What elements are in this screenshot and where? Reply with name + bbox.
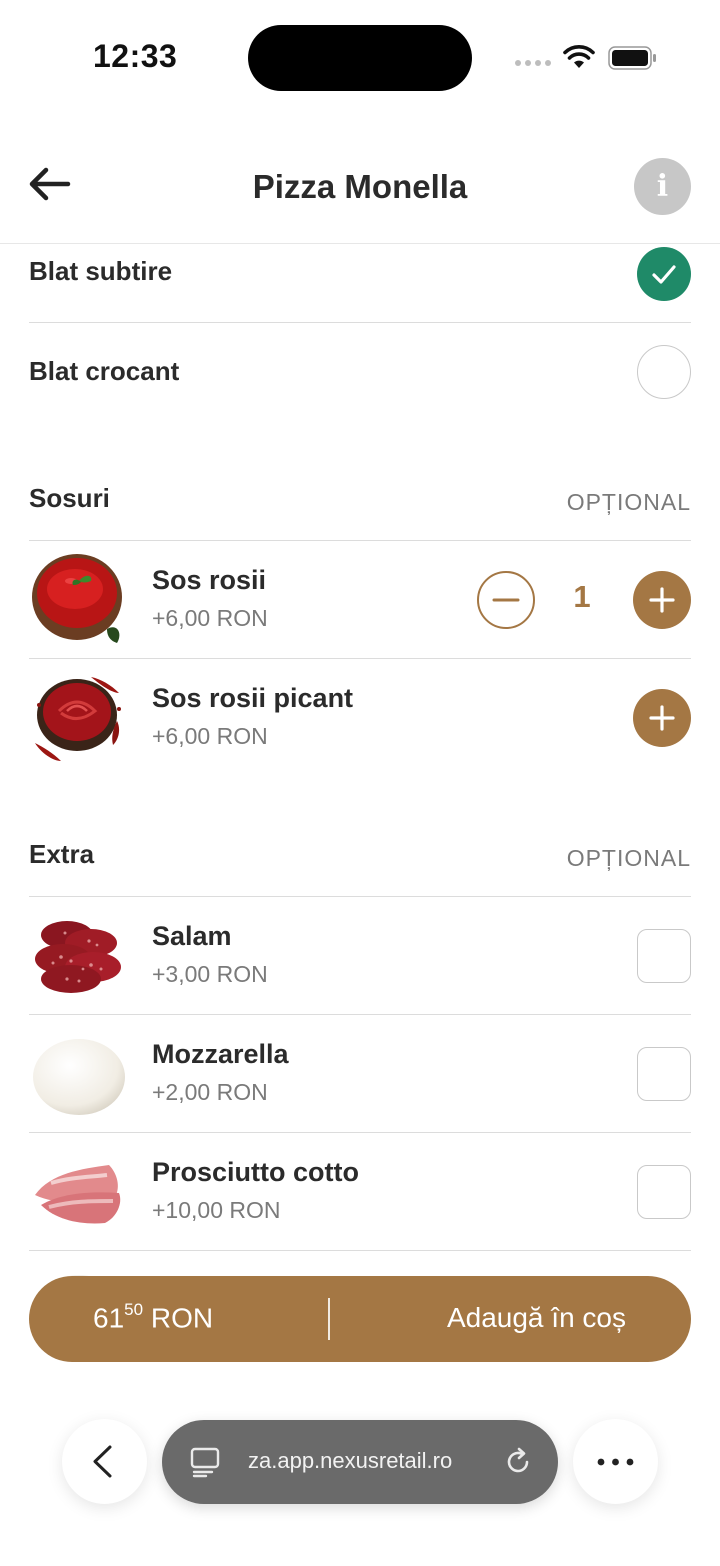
increase-quantity-button[interactable] — [633, 571, 691, 629]
chevron-left-icon — [93, 1445, 112, 1478]
status-time: 12:33 — [93, 38, 178, 74]
salami-image — [35, 921, 121, 993]
item-name: Salam — [152, 921, 232, 951]
minus-icon — [492, 598, 520, 602]
crust-option-label: Blat subtire — [29, 256, 173, 286]
radio-selected[interactable] — [637, 247, 691, 301]
crust-option-thin[interactable]: Blat subtire — [29, 245, 691, 323]
decrease-quantity-button[interactable] — [477, 571, 535, 629]
plus-icon — [649, 705, 675, 731]
list-item: Mozzarella +2,00 RON — [29, 1015, 691, 1133]
optional-label: OPȚIONAL — [566, 489, 691, 515]
item-price: +10,00 RON — [152, 1197, 281, 1223]
total-integer: 61 — [93, 1302, 125, 1334]
add-to-cart-button[interactable]: 6150 RON Adaugă în coș — [29, 1276, 691, 1362]
item-name: Prosciutto cotto — [152, 1157, 359, 1187]
dynamic-island — [248, 25, 472, 91]
url-text: za.app.nexusretail.ro — [248, 1448, 453, 1473]
browser-toolbar: za.app.nexusretail.ro — [0, 1370, 720, 1566]
reload-icon[interactable] — [502, 1446, 534, 1478]
list-item: Sos rosii picant +6,00 RON — [29, 659, 691, 777]
crust-option-crispy[interactable]: Blat crocant — [29, 323, 691, 421]
section-title: Sosuri — [29, 483, 110, 513]
item-checkbox[interactable] — [637, 929, 691, 983]
list-item: Sos rosii +6,00 RON 1 — [29, 541, 691, 659]
radio-unselected[interactable] — [637, 345, 691, 399]
item-price: +6,00 RON — [152, 723, 268, 749]
more-icon — [597, 1458, 634, 1466]
wifi-icon — [563, 45, 595, 68]
item-price: +6,00 RON — [152, 605, 268, 631]
product-options: Blat subtire Blat crocant Sosuri OPȚIONA… — [29, 245, 691, 1351]
checkmark-icon — [652, 265, 676, 284]
item-checkbox[interactable] — [637, 1165, 691, 1219]
address-bar[interactable]: za.app.nexusretail.ro — [162, 1420, 558, 1504]
battery-icon — [608, 46, 656, 70]
quantity-value: 1 — [573, 579, 591, 614]
info-icon[interactable]: i — [634, 158, 691, 215]
page-header: Pizza Monella i — [0, 120, 720, 244]
item-price: +2,00 RON — [152, 1079, 268, 1105]
page-title: Pizza Monella — [252, 168, 468, 205]
item-name: Sos rosii picant — [152, 683, 354, 713]
spicy-tomato-sauce-image — [35, 677, 121, 761]
list-item: Salam +3,00 RON — [29, 897, 691, 1015]
section-extras-header: Extra OPȚIONAL — [29, 777, 691, 897]
cart-total: 6150 RON — [93, 1300, 214, 1334]
total-decimal: 50 — [124, 1300, 144, 1319]
cellular-signal-icon — [515, 60, 551, 66]
section-sauces-header: Sosuri OPȚIONAL — [29, 421, 691, 541]
status-bar: 12:33 — [0, 0, 720, 120]
plus-icon — [649, 587, 675, 613]
tabs-icon — [190, 1447, 220, 1478]
item-price: +3,00 RON — [152, 961, 268, 987]
section-title: Extra — [29, 839, 95, 869]
optional-label: OPȚIONAL — [566, 845, 691, 871]
tomato-sauce-image — [32, 554, 122, 643]
crust-option-label: Blat crocant — [29, 356, 180, 386]
item-checkbox[interactable] — [637, 1047, 691, 1101]
list-item: Prosciutto cotto +10,00 RON — [29, 1133, 691, 1251]
cart-divider — [328, 1298, 330, 1340]
add-item-button[interactable] — [633, 689, 691, 747]
total-currency: RON — [150, 1302, 214, 1334]
item-name: Sos rosii — [152, 565, 267, 595]
mozzarella-image — [33, 1039, 125, 1115]
item-name: Mozzarella — [152, 1039, 289, 1069]
browser-back-button[interactable] — [62, 1419, 147, 1504]
prosciutto-image — [35, 1165, 121, 1224]
more-options-button[interactable] — [573, 1419, 658, 1504]
add-to-cart-label: Adaugă în coș — [446, 1302, 626, 1333]
